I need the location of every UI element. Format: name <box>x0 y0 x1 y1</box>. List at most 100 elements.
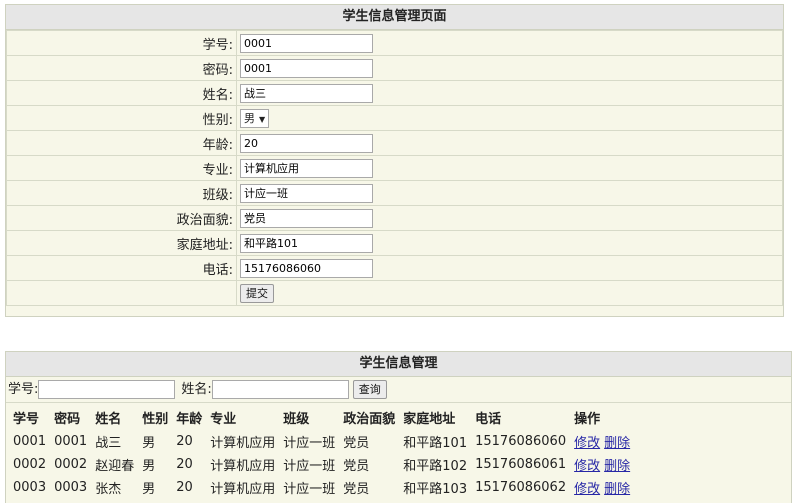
actions-cell: 修改 删除 <box>570 476 634 499</box>
form-row: 学号: <box>6 30 783 56</box>
delete-link[interactable]: 删除 <box>604 436 630 451</box>
search-id-label: 学号: <box>8 382 39 397</box>
table-row: 0001 0001 战三 男 20 计算机应用 计应一班 党员 和平路101 1517608606… <box>9 430 634 453</box>
form-field-input[interactable] <box>240 208 373 228</box>
form-field-cell <box>236 80 783 106</box>
search-name-input[interactable] <box>211 380 349 399</box>
table-cell: 党员 <box>343 459 370 474</box>
list-title: 学生信息管理 <box>6 352 791 377</box>
form-field-label: 电话: <box>6 255 237 281</box>
gender-select-value: 男 <box>244 111 255 125</box>
form-field-label: 政治面貌: <box>6 205 237 231</box>
actions-cell: 修改 删除 <box>570 453 634 476</box>
table-cell: 0003 <box>54 480 88 495</box>
gender-select[interactable]: 男 ▼ <box>240 108 270 128</box>
form-row: 密码: <box>6 55 783 81</box>
table-row: 0003 0003 张杰 男 20 计算机应用 计应一班 党员 和平路103 1517608606… <box>9 476 634 499</box>
table-cell: 15176086062 <box>475 480 567 495</box>
table-cell: 计应一班 <box>283 436 336 451</box>
form-field-label: 专业: <box>6 155 237 181</box>
form-field-input[interactable] <box>240 133 373 153</box>
table-cell: 计应一班 <box>283 459 336 474</box>
table-cell: 男 <box>142 459 156 474</box>
form-field-cell <box>236 130 783 156</box>
form-field-cell <box>236 55 783 81</box>
form-row: 年龄: <box>6 130 783 156</box>
table-cell: 党员 <box>343 436 370 451</box>
form-field-cell <box>236 30 783 56</box>
form-row: 政治面貌: <box>6 205 783 231</box>
form-field-input[interactable] <box>240 183 373 203</box>
dropdown-arrow-icon: ▼ <box>259 114 266 124</box>
table-cell: 0002 <box>54 457 88 472</box>
column-header: 学号 <box>13 412 40 427</box>
form-row: 电话: <box>6 255 783 281</box>
table-cell: 20 <box>176 480 193 495</box>
column-header: 政治面貌 <box>343 412 396 427</box>
form-row: 性别: 男 ▼ <box>6 105 783 131</box>
form-submit-row: 提交 <box>6 280 783 306</box>
table-cell: 15176086060 <box>475 434 567 449</box>
student-form-panel: 学生信息管理页面 学号:密码:姓名:性别:男▼年龄:专业:班级:政治面貌:家庭地… <box>5 4 784 317</box>
table-cell: 张杰 <box>95 482 122 497</box>
table-row: 0002 0002 赵迎春男 20 计算机应用 计应一班 党员 和平路102 151760860… <box>9 453 634 476</box>
student-list-table: 学号 密码 姓名 性别 年龄 专业 班级 政治面貌 家庭地址 电话 操作 0001 0001 战三男 20… <box>9 405 634 499</box>
form-field-label: 学号: <box>6 30 237 56</box>
form-field-label: 班级: <box>6 180 237 206</box>
form-field-input[interactable] <box>240 233 373 253</box>
form-field-cell <box>236 180 783 206</box>
search-button[interactable]: 查询 <box>352 380 387 399</box>
form-row: 班级: <box>6 180 783 206</box>
submit-button[interactable]: 提交 <box>240 283 274 303</box>
column-header: 家庭地址 <box>403 412 456 427</box>
table-cell: 计算机应用 <box>210 436 276 451</box>
column-header: 密码 <box>54 412 81 427</box>
form-field-cell <box>236 155 783 181</box>
form-field-input[interactable] <box>240 58 373 78</box>
search-id-input[interactable] <box>38 380 176 399</box>
form-field-cell <box>236 205 783 231</box>
form-field-input[interactable] <box>240 158 373 178</box>
table-cell: 0001 <box>13 434 47 449</box>
table-cell: 和平路102 <box>403 459 468 474</box>
column-header: 电话 <box>475 412 502 427</box>
edit-link[interactable]: 修改 <box>574 436 600 451</box>
column-header: 年龄 <box>176 412 203 427</box>
delete-link[interactable]: 删除 <box>604 482 630 497</box>
form-row: 家庭地址: <box>6 230 783 256</box>
form-field-label: 姓名: <box>6 80 237 106</box>
column-header: 操作 <box>574 412 601 427</box>
table-cell: 计算机应用 <box>210 482 276 497</box>
table-cell: 0001 <box>54 434 88 449</box>
table-cell: 计应一班 <box>283 482 336 497</box>
form-row: 姓名: <box>6 80 783 106</box>
column-header: 班级 <box>283 412 310 427</box>
form-field-cell <box>236 255 783 281</box>
table-cell: 赵迎春 <box>95 459 135 474</box>
table-cell: 党员 <box>343 482 370 497</box>
form-field-cell <box>236 230 783 256</box>
form-field-cell: 男 ▼ <box>236 105 783 131</box>
table-cell: 15176086061 <box>475 457 567 472</box>
column-header: 姓名 <box>95 412 122 427</box>
table-cell: 20 <box>176 457 193 472</box>
table-cell: 和平路101 <box>403 436 468 451</box>
form-title: 学生信息管理页面 <box>6 5 783 30</box>
search-bar: 学号: 姓名: 查询 <box>6 377 791 403</box>
table-cell: 20 <box>176 434 193 449</box>
form-field-label: 年龄: <box>6 130 237 156</box>
table-cell: 0002 <box>13 457 47 472</box>
actions-cell: 修改 删除 <box>570 430 634 453</box>
empty-cell <box>6 280 237 306</box>
search-name-label: 姓名: <box>181 382 212 397</box>
table-cell: 0003 <box>13 480 47 495</box>
form-field-input[interactable] <box>240 83 373 103</box>
edit-link[interactable]: 修改 <box>574 482 600 497</box>
student-form-table: 学号:密码:姓名:性别:男▼年龄:专业:班级:政治面貌:家庭地址:电话:提交 <box>6 30 783 306</box>
form-field-input[interactable] <box>240 33 373 53</box>
table-cell: 男 <box>142 436 156 451</box>
delete-link[interactable]: 删除 <box>604 459 630 474</box>
form-field-input[interactable] <box>240 258 373 278</box>
column-header: 性别 <box>142 412 169 427</box>
edit-link[interactable]: 修改 <box>574 459 600 474</box>
